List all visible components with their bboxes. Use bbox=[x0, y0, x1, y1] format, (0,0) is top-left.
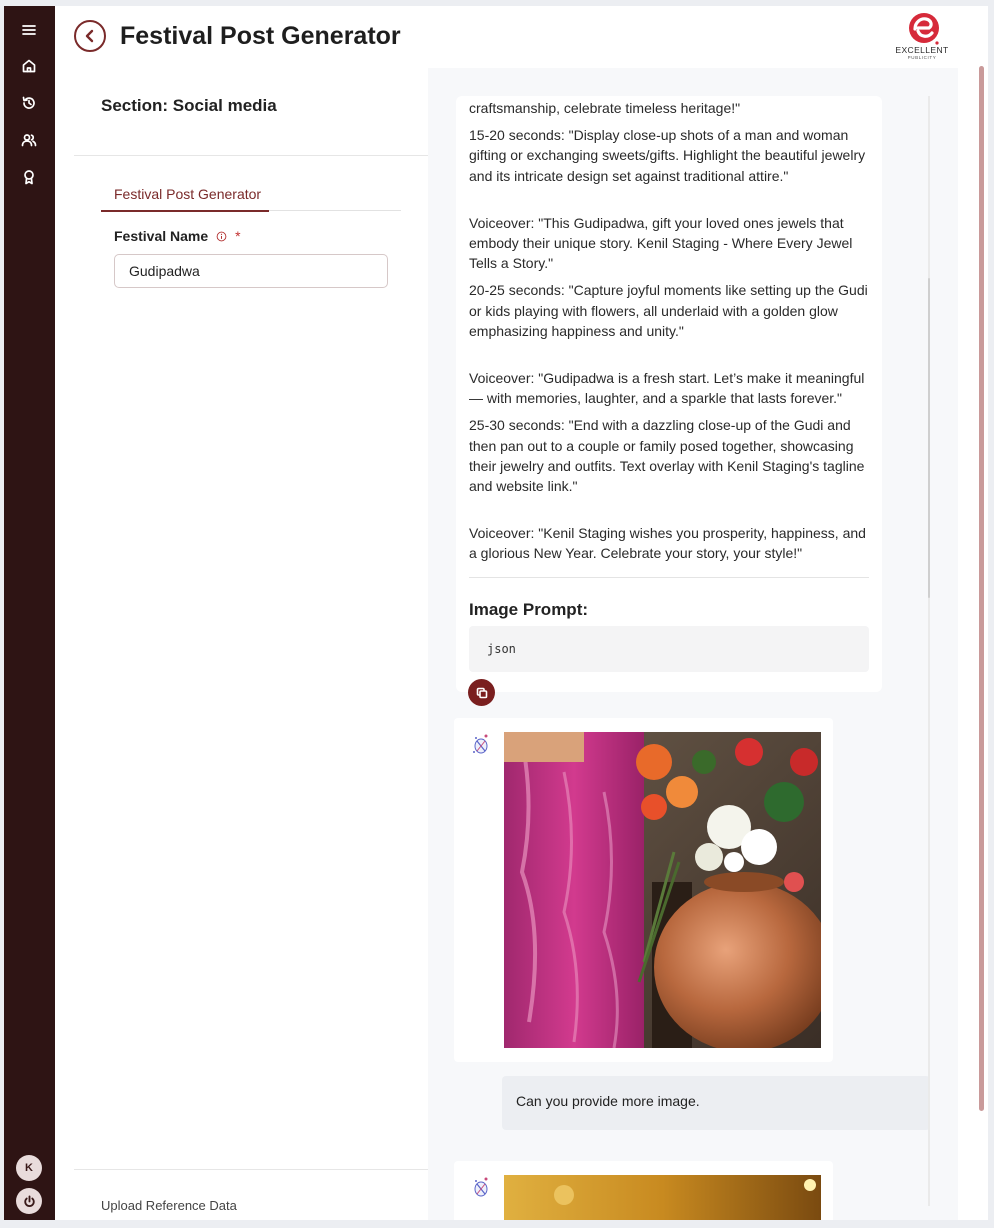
divider bbox=[74, 1169, 428, 1170]
chat-scrollbar-thumb[interactable] bbox=[928, 278, 930, 598]
page-title: Festival Post Generator bbox=[120, 22, 401, 50]
home-icon[interactable] bbox=[17, 54, 41, 78]
image-prompt-heading: Image Prompt: bbox=[469, 600, 589, 619]
festival-name-label-text: Festival Name bbox=[114, 228, 209, 244]
award-icon[interactable] bbox=[17, 165, 41, 189]
tab-underline bbox=[269, 210, 401, 211]
response-paragraph: Voiceover: "Kenil Staging wishes you pro… bbox=[469, 525, 866, 562]
generated-image-card bbox=[454, 718, 833, 1062]
generated-festival-image[interactable] bbox=[504, 732, 821, 1048]
response-paragraph: 25-30 seconds: "End with a dazzling clos… bbox=[469, 417, 865, 495]
avatar[interactable]: K bbox=[16, 1155, 42, 1181]
user-message: Can you provide more image. bbox=[502, 1076, 930, 1130]
response-paragraph: Voiceover: "This Gudipadwa, gift your lo… bbox=[469, 214, 853, 272]
bot-avatar-icon bbox=[473, 734, 488, 754]
response-paragraph: 15-20 seconds: "Display close-up shots o… bbox=[469, 127, 866, 184]
copy-icon bbox=[476, 687, 487, 698]
chat-panel: craftsmanship, celebrate timeless herita… bbox=[428, 68, 958, 1220]
tab-festival-post-generator[interactable]: Festival Post Generator bbox=[101, 178, 269, 212]
app-window: K Festival Post Generator EXCELLENT PUBL… bbox=[4, 6, 988, 1220]
bot-avatar-icon bbox=[474, 1177, 488, 1197]
copy-button[interactable] bbox=[468, 679, 495, 706]
section-title: Section: Social media bbox=[101, 96, 277, 115]
page-scrollbar[interactable] bbox=[979, 66, 984, 1111]
required-asterisk: * bbox=[235, 228, 241, 244]
code-block: json bbox=[469, 626, 869, 672]
company-logo: EXCELLENT PUBLICITY bbox=[888, 12, 958, 62]
divider bbox=[74, 155, 428, 156]
upload-reference-label: Upload Reference Data bbox=[101, 1198, 237, 1213]
generated-image-card bbox=[454, 1161, 833, 1220]
menu-icon[interactable] bbox=[17, 18, 41, 42]
response-paragraph: 20-25 seconds: "Capture joyful moments l… bbox=[469, 282, 868, 339]
sidebar: K bbox=[4, 6, 55, 1220]
back-button[interactable] bbox=[74, 20, 106, 52]
users-icon[interactable] bbox=[17, 128, 41, 152]
chat-scrollbar-track[interactable] bbox=[928, 96, 930, 1206]
response-paragraph: craftsmanship, celebrate timeless herita… bbox=[469, 100, 741, 116]
logout-power-icon[interactable] bbox=[16, 1188, 42, 1214]
response-text: craftsmanship, celebrate timeless herita… bbox=[469, 98, 874, 571]
festival-name-input[interactable] bbox=[114, 254, 388, 288]
history-icon[interactable] bbox=[17, 91, 41, 115]
response-paragraph: Voiceover: "Gudipadwa is a fresh start. … bbox=[469, 370, 865, 407]
logo-subtext: PUBLICITY bbox=[907, 55, 937, 60]
response-card: craftsmanship, celebrate timeless herita… bbox=[456, 96, 882, 692]
divider bbox=[469, 577, 869, 578]
logo-text: EXCELLENT bbox=[895, 45, 949, 55]
info-icon[interactable] bbox=[216, 231, 227, 242]
generated-festival-image-2[interactable] bbox=[504, 1175, 821, 1220]
festival-name-label: Festival Name * bbox=[114, 228, 241, 244]
